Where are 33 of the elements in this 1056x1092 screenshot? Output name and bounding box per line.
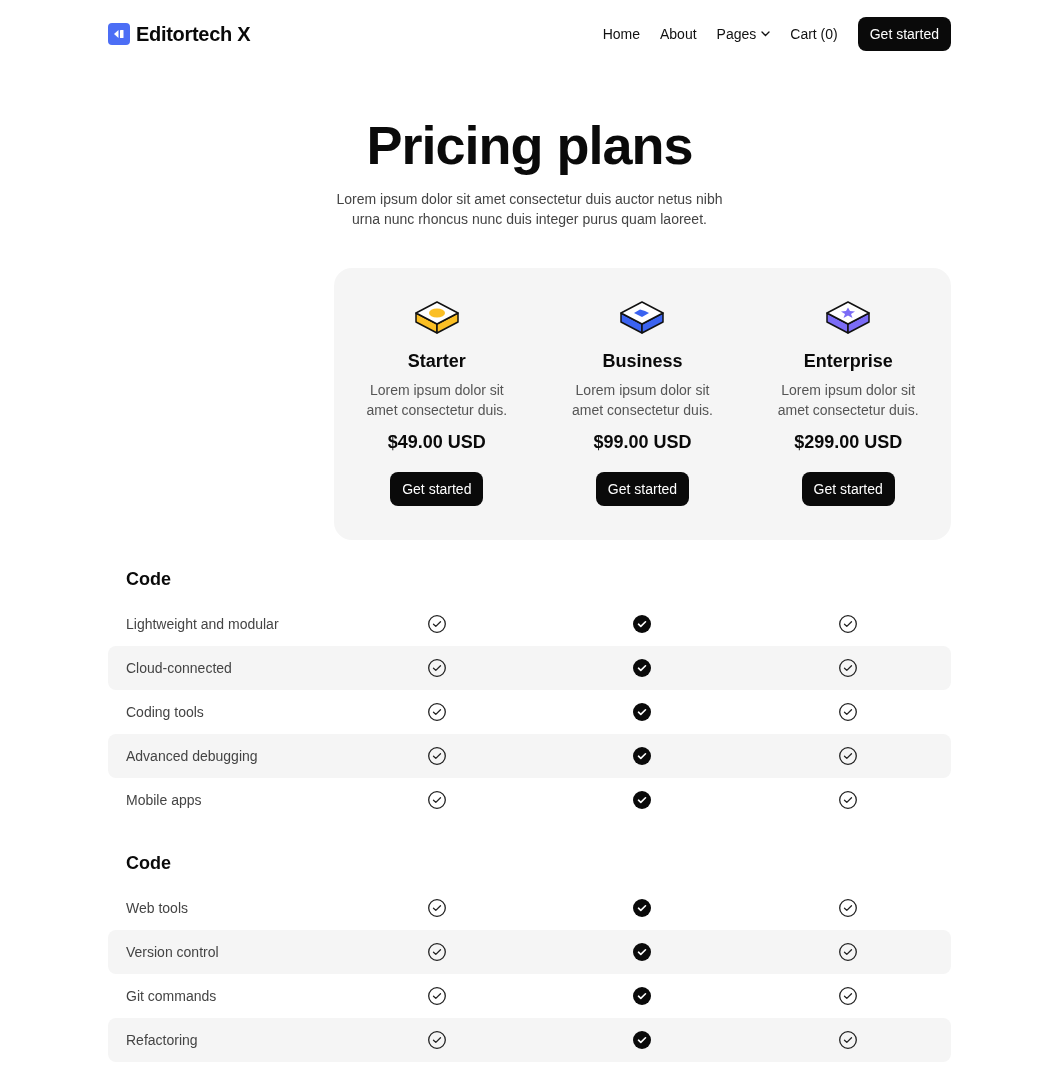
get-started-button[interactable]: Get started (390, 472, 484, 506)
nav-link[interactable]: About (660, 23, 697, 45)
feature-label: Version control (126, 942, 219, 962)
plan-price: $49.00 USD (387, 431, 486, 454)
chevron-down-icon (761, 31, 771, 37)
get-started-button[interactable]: Get started (595, 472, 690, 506)
plan-description: Lorem ipsum dolor sit amet consectetur duis. (776, 381, 920, 420)
plan-price: $99.00 USD (593, 431, 692, 454)
section-heading: Code (126, 568, 171, 591)
feature-label: Web tools (126, 898, 188, 918)
feature-label: Git commands (126, 986, 217, 1006)
nav-link[interactable]: Home (602, 23, 640, 45)
feature-label: Advanced debugging (126, 746, 258, 766)
logo-text: Editortech X (136, 22, 251, 47)
plan-description: Lorem ipsum dolor sit amet consectetur duis. (571, 381, 714, 420)
nav-link[interactable]: Pages (716, 23, 771, 45)
page-subtitle: Lorem ipsum dolor sit amet consectetur duis auctor netus nibh urna nunc rhoncus nunc duis integer purus quam laoreet. (335, 190, 724, 229)
get-started-button[interactable]: Get started (857, 17, 951, 51)
plan-name: Enterprise (803, 350, 893, 373)
section-heading: Code (126, 852, 171, 875)
nav-link[interactable]: Cart (0) (790, 23, 838, 45)
feature-label: Refactoring (126, 1030, 198, 1050)
get-started-button[interactable]: Get started (801, 472, 895, 506)
feature-label: Mobile apps (126, 790, 202, 810)
logo-icon (108, 23, 130, 45)
feature-label: Lightweight and modular (126, 614, 279, 634)
page-title: Pricing plans (366, 115, 693, 175)
feature-label: Cloud-connected (126, 658, 232, 678)
feature-label: Coding tools (126, 702, 204, 722)
plan-name: Business (602, 350, 683, 373)
plan-name: Starter (407, 350, 466, 373)
plan-price: $299.00 USD (794, 431, 903, 454)
plan-description: Lorem ipsum dolor sit amet consectetur duis. (365, 381, 509, 420)
